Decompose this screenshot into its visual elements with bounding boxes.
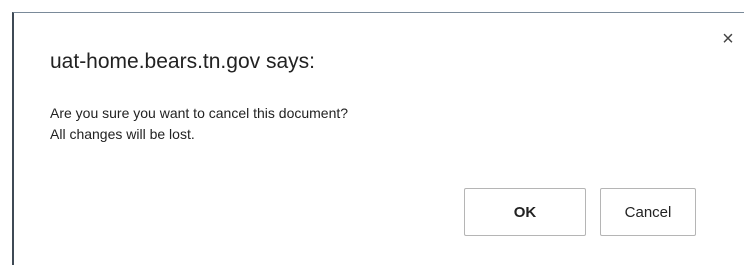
message-line-2: All changes will be lost. <box>50 126 195 142</box>
confirm-dialog: uat-home.bears.tn.gov says: × Are you su… <box>12 12 744 265</box>
message-line-1: Are you sure you want to cancel this doc… <box>50 105 349 121</box>
cancel-button[interactable]: Cancel <box>600 188 696 236</box>
close-icon[interactable]: × <box>718 29 738 49</box>
dialog-title: uat-home.bears.tn.gov says: <box>50 50 315 73</box>
ok-button[interactable]: OK <box>464 188 586 236</box>
dialog-message: Are you sure you want to cancel this doc… <box>50 103 348 145</box>
